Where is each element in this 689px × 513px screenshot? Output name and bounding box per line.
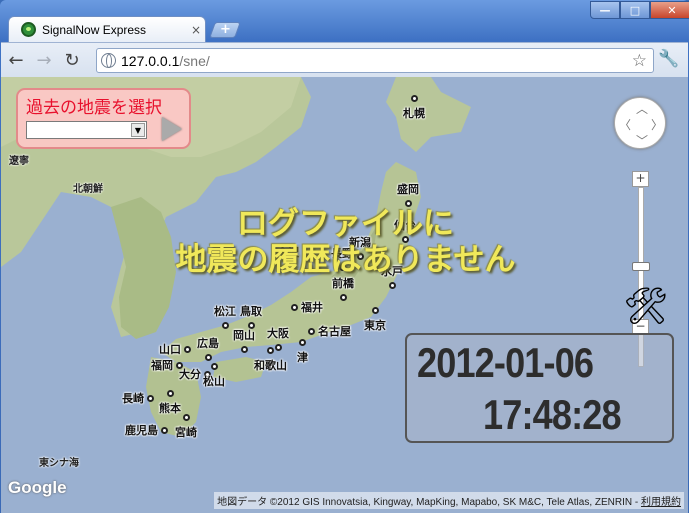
city-fukui[interactable]: 福井 [291,299,323,315]
tab-close-icon[interactable]: × [187,23,205,37]
earthquake-dropdown[interactable]: ▼ [26,121,147,139]
city-kagoshima[interactable]: 鹿児島 [125,422,168,438]
pan-control[interactable]: ︿ ﹀ 〈 〉 [614,97,666,149]
clock-date: 2012-01-06 [417,339,594,386]
city-label: 松山 [203,375,225,388]
city-marker [221,322,229,329]
reload-button[interactable]: ↻ [59,47,85,73]
maximize-button[interactable]: □ [620,1,650,19]
frog-favicon-icon [21,22,36,37]
url-path: /sne/ [179,52,210,69]
city-nagasaki[interactable]: 長崎 [122,390,154,406]
city-sapporo[interactable]: 札幌 [403,95,425,121]
wrench-menu-icon[interactable]: 🔧 [658,49,679,69]
map-attribution: 地図データ ©2012 GIS Innovatsia, Kingway, Map… [214,492,684,509]
region-label-north-korea: 北朝鮮 [73,184,103,195]
city-tokyo[interactable]: 東京 [364,307,386,333]
close-window-button[interactable]: ✕ [650,1,689,19]
city-matsuyama[interactable]: 松山 [203,363,225,389]
pan-up-icon[interactable]: ︿ [636,100,648,117]
city-marker [161,426,168,434]
city-marker [182,414,190,421]
city-label: 大阪 [267,327,289,340]
city-label: 鹿児島 [125,424,158,437]
globe-icon [101,53,116,68]
address-bar[interactable]: 127.0.0.1 /sne/ ☆ [96,48,654,73]
city-label: 盛岡 [397,183,419,196]
city-okayama[interactable]: 岡山 [233,327,255,353]
city-kumamoto[interactable]: 熊本 [159,390,181,416]
plus-icon: + [219,22,231,37]
city-label: 岡山 [233,329,255,342]
city-nagoya[interactable]: 名古屋 [308,323,351,339]
city-label: 広島 [197,337,219,350]
play-icon[interactable] [162,117,182,141]
city-label: 福岡 [151,359,173,372]
city-yamaguchi[interactable]: 山口 [159,341,191,357]
terms-link[interactable]: 利用規約 [641,497,681,508]
city-label: 名古屋 [318,325,351,338]
map-view[interactable]: 遼寧 北朝鮮 東シナ海 札幌 盛岡 仙台 新潟 金沢 長野 前橋 水戸 福井 松… [1,77,688,513]
chevron-down-icon[interactable]: ▼ [131,123,145,137]
city-label: 東京 [364,319,386,332]
back-button[interactable]: ← [3,47,29,73]
minimize-button[interactable]: — [590,1,620,19]
no-history-message-line2: 地震の履歴はありません [175,242,516,278]
forward-button[interactable]: → [31,47,57,73]
city-label: 和歌山 [254,359,287,372]
city-label: 福井 [301,301,323,314]
city-label: 鳥取 [240,305,262,318]
city-marker [291,303,298,311]
city-marker [166,390,174,397]
window-controls: — □ ✕ [590,1,689,19]
city-marker [308,327,315,335]
city-matsue[interactable]: 松江 [214,303,236,329]
city-marker [210,363,218,370]
city-wakayama[interactable]: 和歌山 [254,347,287,373]
earthquake-select-title: 過去の地震を選択 [26,98,162,118]
clock-panel: 2012-01-06 17:48:28 [405,333,674,443]
city-tottori[interactable]: 鳥取 [240,303,262,329]
zoom-in-button[interactable]: + [632,171,649,187]
city-marker [371,307,379,314]
city-marker [147,394,154,402]
bookmark-star-icon[interactable]: ☆ [632,51,647,71]
pan-left-icon[interactable]: 〈 [619,116,631,133]
google-logo[interactable]: Google [8,478,67,498]
city-label: 札幌 [403,107,425,120]
tab-title: SignalNow Express [42,22,147,37]
city-label: 津 [297,351,308,364]
city-marker [240,346,248,353]
city-miyazaki[interactable]: 宮崎 [175,414,197,440]
city-marker [204,354,212,361]
zoom-slider-thumb[interactable] [632,262,650,271]
city-tsu[interactable]: 津 [297,339,308,365]
tools-icon[interactable]: 🛠 [623,289,669,325]
url-host: 127.0.0.1 [121,52,180,69]
city-label: 宮崎 [175,426,197,439]
pan-down-icon[interactable]: ﹀ [636,132,648,149]
clock-time: 17:48:28 [483,391,622,438]
attribution-text: 地図データ ©2012 GIS Innovatsia, Kingway, Map… [217,497,641,508]
city-marker [267,347,274,354]
city-marker [184,345,191,353]
city-label: 大分 [179,368,201,381]
city-hiroshima[interactable]: 広島 [197,335,219,361]
earthquake-select-panel: 過去の地震を選択 ▼ [16,88,191,149]
city-label: 山口 [159,343,181,356]
city-label: 松江 [214,305,236,318]
city-marker [410,95,418,102]
city-marker [299,339,306,346]
region-label-east-china-sea: 東シナ海 [39,458,79,469]
city-label: 長崎 [122,392,144,405]
city-marker [339,294,347,301]
region-label-liaoning: 遼寧 [9,156,29,167]
pan-right-icon[interactable]: 〉 [651,116,663,133]
tab-signalnow[interactable]: SignalNow Express × [8,16,206,42]
city-marker [388,282,396,289]
browser-toolbar: ← → ↻ 127.0.0.1 /sne/ ☆ 🔧 [1,42,688,77]
